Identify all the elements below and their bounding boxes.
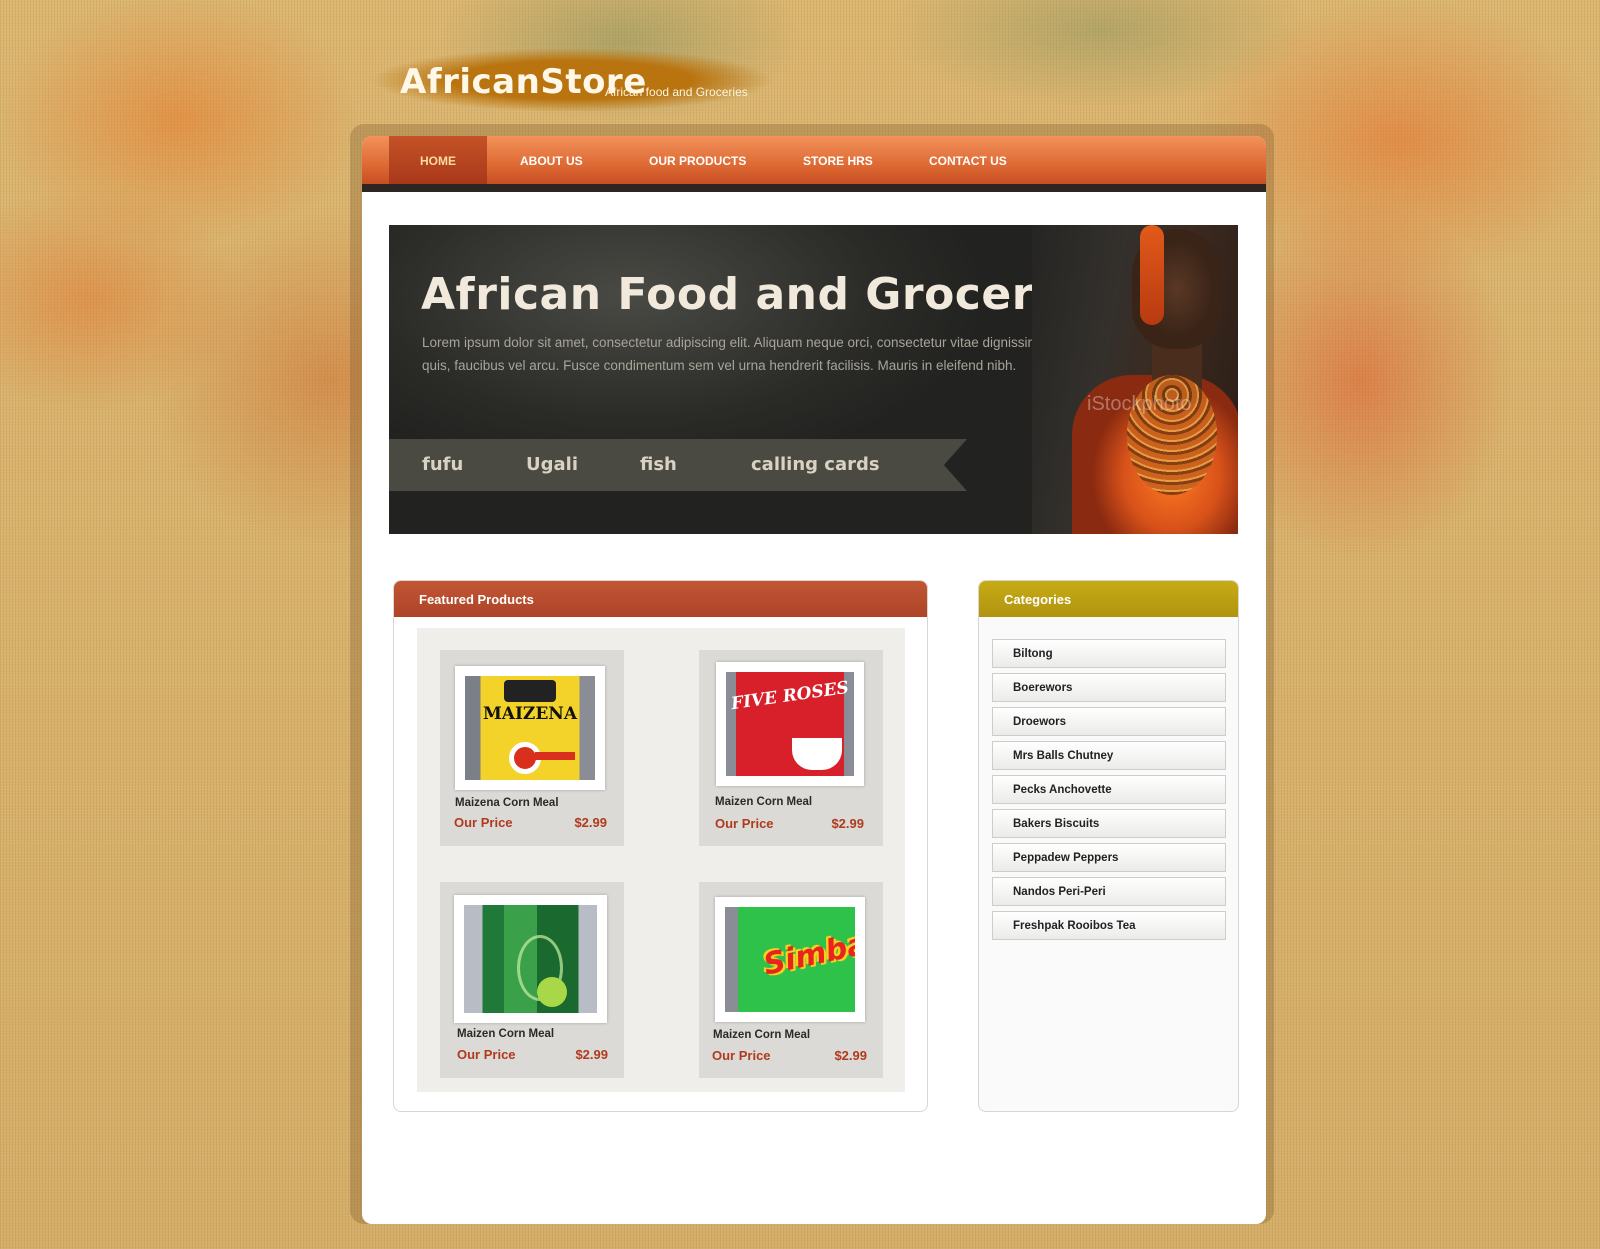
banner-tag-ugali[interactable]: Ugali xyxy=(526,454,578,475)
photo-watermark: iStockphoto xyxy=(1087,393,1192,415)
banner-photo-woman: iStockphoto xyxy=(1032,225,1238,534)
nav-contact-us[interactable]: CONTACT US xyxy=(929,136,1007,184)
product-art-text: Simba xyxy=(760,926,855,983)
product-card[interactable]: Maizen Corn Meal Our Price $2.99 xyxy=(440,882,624,1078)
product-name[interactable]: Maizen Corn Meal xyxy=(457,1028,554,1040)
nav-our-products[interactable]: OUR PRODUCTS xyxy=(649,136,746,184)
product-image-frame[interactable]: FIVE ROSES xyxy=(716,662,864,786)
banner-ribbon xyxy=(389,439,967,491)
product-card[interactable]: Simba Maizen Corn Meal Our Price $2.99 xyxy=(699,882,883,1078)
categories-title: Categories xyxy=(979,581,1238,617)
banner-tag-calling-cards[interactable]: calling cards xyxy=(751,454,880,475)
product-price: $2.99 xyxy=(834,1048,867,1063)
banner-tag-fish[interactable]: fish xyxy=(640,454,677,475)
category-item-pecks-anchovette[interactable]: Pecks Anchovette xyxy=(992,775,1226,804)
product-price-label: Our Price xyxy=(454,815,513,830)
category-item-nandos-peri-peri[interactable]: Nandos Peri-Peri xyxy=(992,877,1226,906)
category-item-boerewors[interactable]: Boerewors xyxy=(992,673,1226,702)
category-item-droewors[interactable]: Droewors xyxy=(992,707,1226,736)
category-item-peppadew-peppers[interactable]: Peppadew Peppers xyxy=(992,843,1226,872)
category-item-bakers-biscuits[interactable]: Bakers Biscuits xyxy=(992,809,1226,838)
category-item-freshpak-rooibos-tea[interactable]: Freshpak Rooibos Tea xyxy=(992,911,1226,940)
product-price-label: Our Price xyxy=(712,1048,771,1063)
featured-products-grid: MAIZENA Maizena Corn Meal Our Price $2.9… xyxy=(417,628,905,1092)
product-image-can[interactable] xyxy=(464,905,597,1013)
main-frame: HOME ABOUT US OUR PRODUCTS STORE HRS CON… xyxy=(362,136,1266,1224)
product-image-simba[interactable]: Simba xyxy=(725,907,855,1012)
category-item-mrs-balls-chutney[interactable]: Mrs Balls Chutney xyxy=(992,741,1226,770)
photo-headwrap xyxy=(1140,225,1164,325)
product-image-frame[interactable] xyxy=(454,895,607,1023)
product-image-maizena[interactable]: MAIZENA xyxy=(465,676,595,780)
nav-store-hrs[interactable]: STORE HRS xyxy=(803,136,873,184)
banner-tag-fufu[interactable]: fufu xyxy=(422,454,463,475)
product-image-five-roses[interactable]: FIVE ROSES xyxy=(726,672,854,776)
product-name[interactable]: Maizen Corn Meal xyxy=(715,796,812,808)
product-card[interactable]: MAIZENA Maizena Corn Meal Our Price $2.9… xyxy=(440,650,624,846)
product-art-text: MAIZENA xyxy=(482,704,578,724)
product-name[interactable]: Maizen Corn Meal xyxy=(713,1029,810,1041)
banner-title: African Food and Groceries xyxy=(421,269,1107,320)
featured-products-title: Featured Products xyxy=(394,581,927,617)
product-name[interactable]: Maizena Corn Meal xyxy=(455,797,559,809)
banner-text: Lorem ipsum dolor sit amet, consectetur … xyxy=(422,331,1062,377)
product-price-label: Our Price xyxy=(715,816,774,831)
category-item-biltong[interactable]: Biltong xyxy=(992,639,1226,668)
product-card[interactable]: FIVE ROSES Maizen Corn Meal Our Price $2… xyxy=(699,650,883,846)
featured-products-panel: Featured Products MAIZENA Maizena Corn M… xyxy=(393,580,928,1112)
site-tagline: African food and Groceries xyxy=(605,85,748,99)
product-art-text: FIVE ROSES xyxy=(729,677,851,715)
product-image-frame[interactable]: Simba xyxy=(715,897,865,1022)
product-price: $2.99 xyxy=(831,816,864,831)
product-price: $2.99 xyxy=(574,815,607,830)
hero-banner: African Food and Groceries Lorem ipsum d… xyxy=(389,225,1238,534)
nav-about-us[interactable]: ABOUT US xyxy=(520,136,583,184)
nav-home[interactable]: HOME xyxy=(389,136,487,184)
product-image-frame[interactable]: MAIZENA xyxy=(455,666,605,790)
banner-text-line-2: quis, faucibus vel arcu. Fusce condiment… xyxy=(422,358,1017,373)
categories-panel: Categories Biltong Boerewors Droewors Mr… xyxy=(978,580,1239,1112)
product-price-label: Our Price xyxy=(457,1047,516,1062)
banner-text-line-1: Lorem ipsum dolor sit amet, consectetur … xyxy=(422,335,1039,350)
product-price: $2.99 xyxy=(575,1047,608,1062)
main-nav: HOME ABOUT US OUR PRODUCTS STORE HRS CON… xyxy=(362,136,1266,192)
